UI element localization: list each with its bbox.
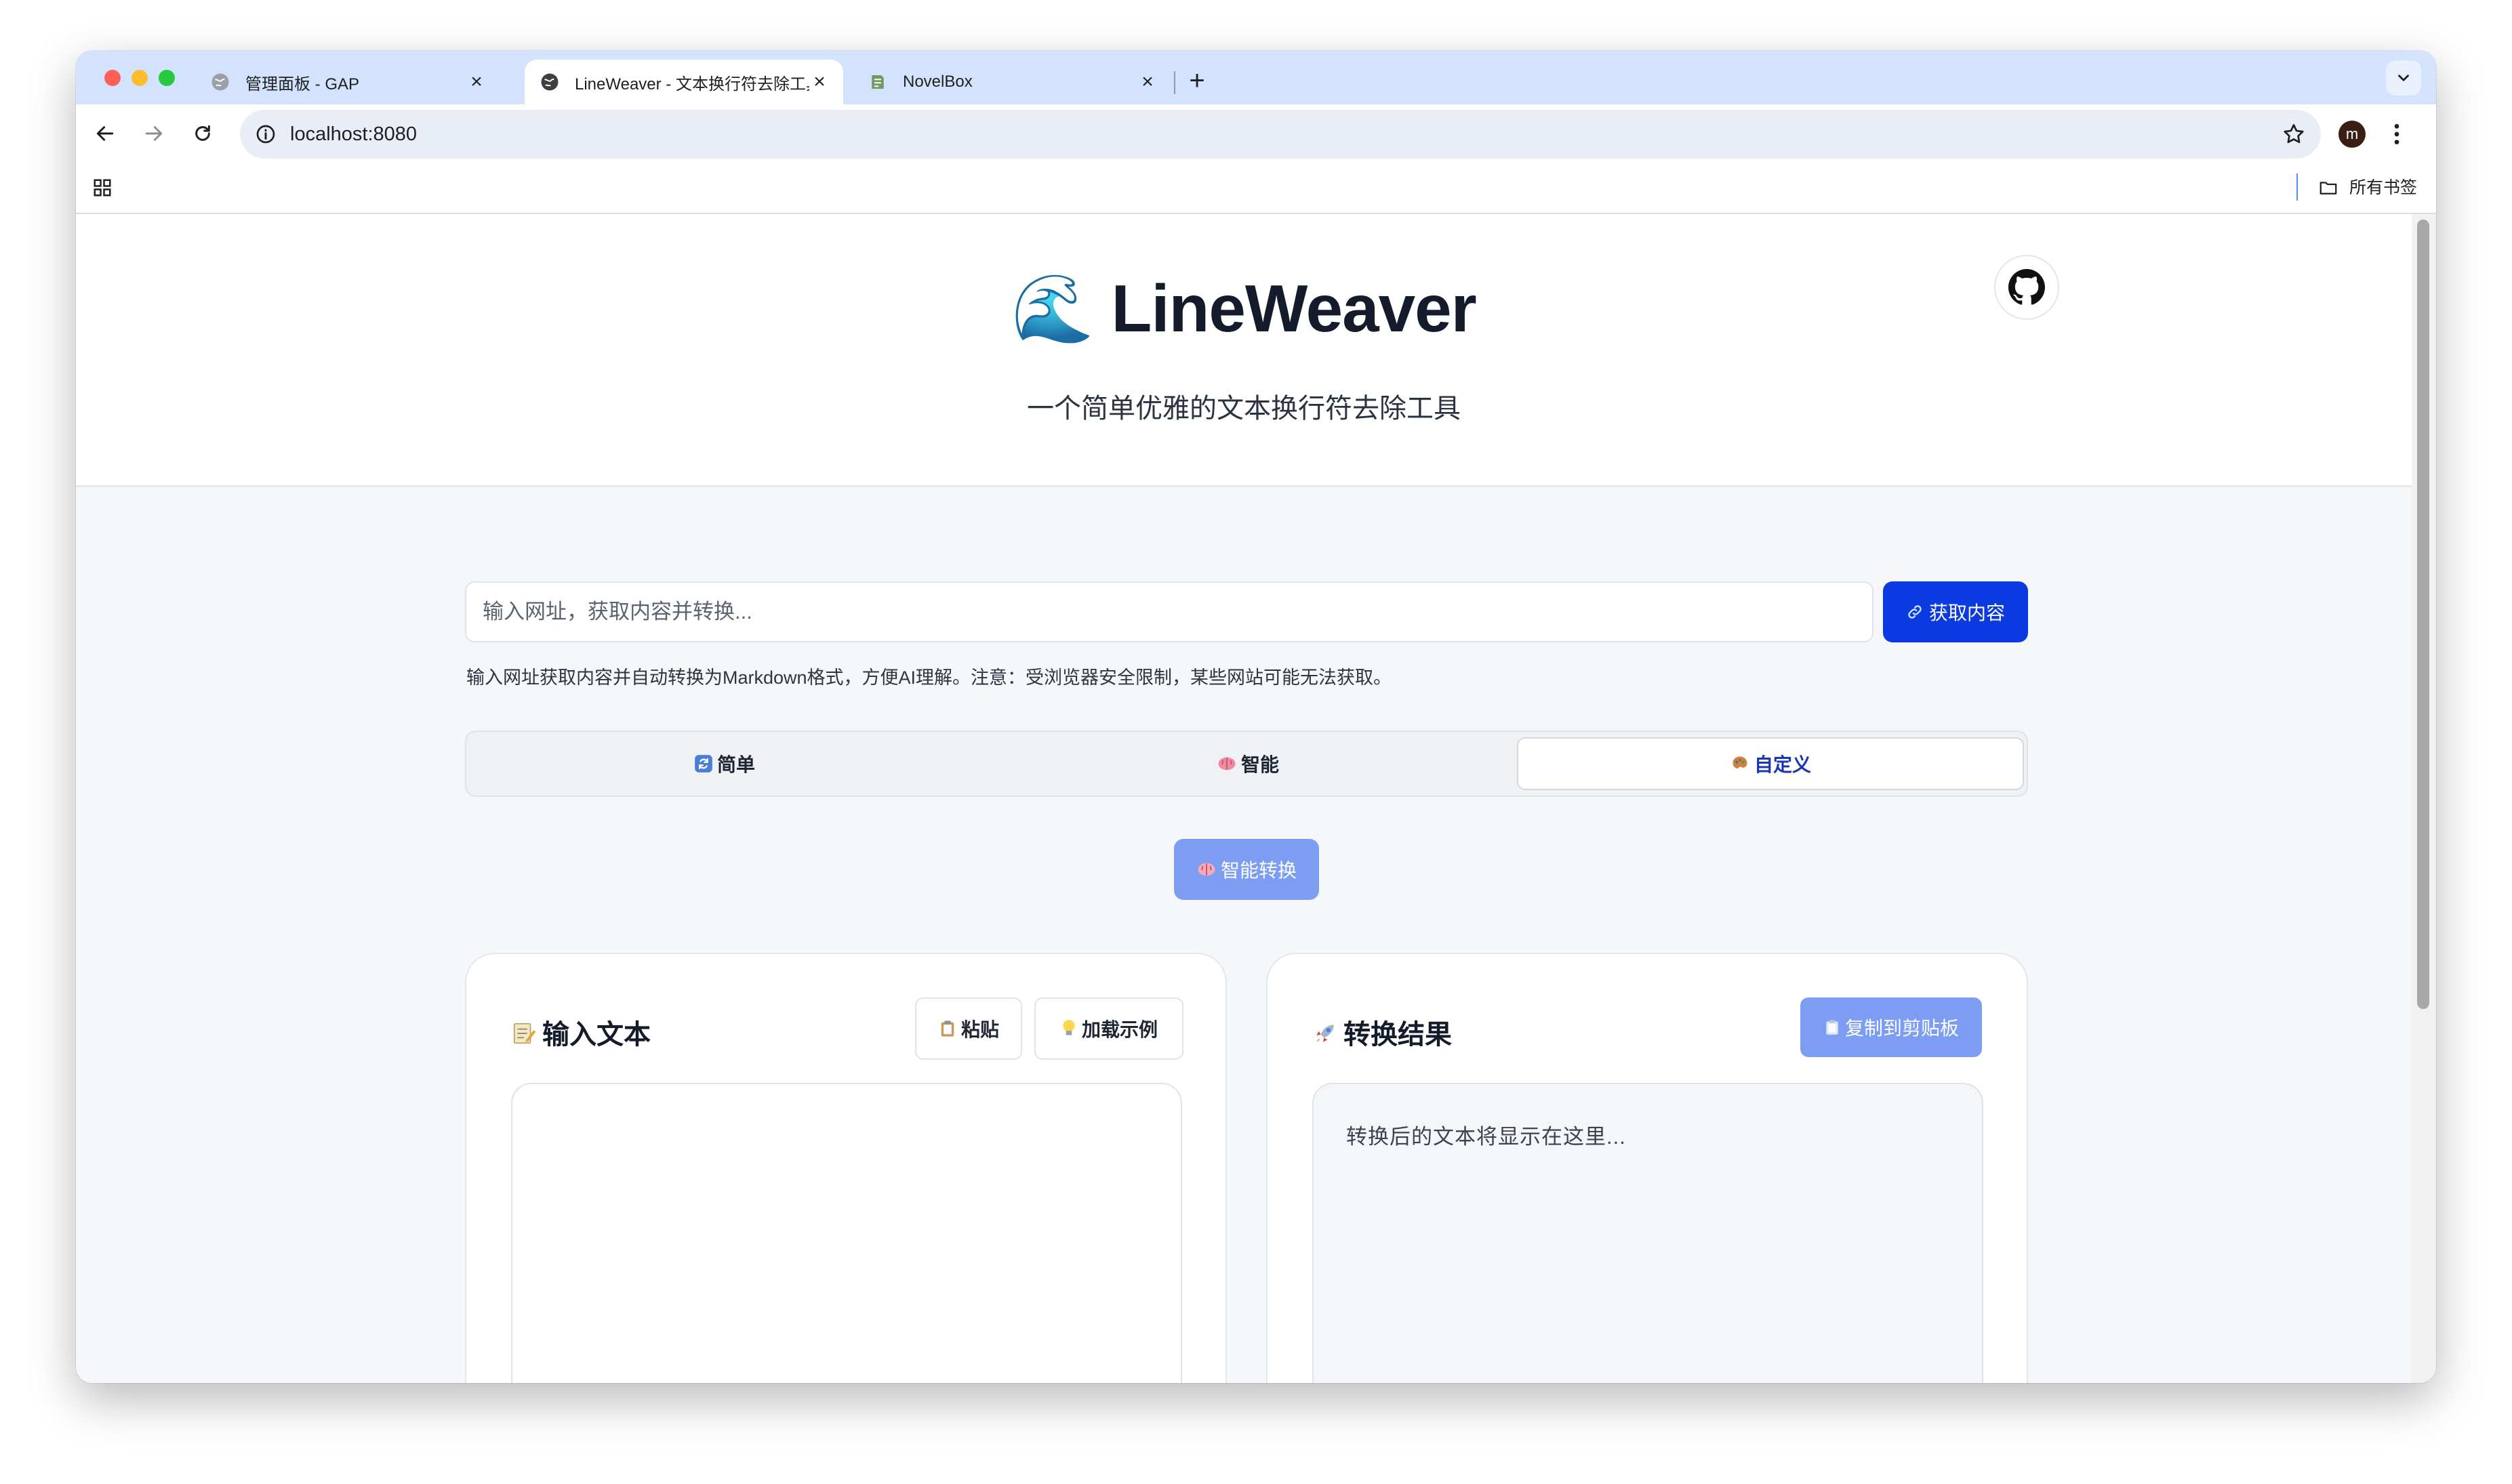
bookmarks-bar: 所有书签	[76, 163, 2436, 214]
output-placeholder: 转换后的文本将显示在这里...	[1346, 1125, 1626, 1149]
paste-button-label: 粘贴	[960, 1019, 999, 1040]
tab-separator	[1174, 71, 1175, 94]
input-panel-title: 输入文本	[511, 1012, 651, 1053]
close-window-button[interactable]	[104, 70, 121, 86]
mode-label: 简单	[716, 754, 755, 775]
fetch-button-label: 获取内容	[1928, 602, 2005, 623]
rocket-icon	[1312, 1021, 1338, 1053]
page-header: 🌊 LineWeaver 一个简单优雅的文本换行符去除工具	[76, 214, 2412, 487]
mode-label: 自定义	[1754, 754, 1811, 775]
brain-icon	[1218, 757, 1236, 770]
bookmarks-divider	[2296, 173, 2298, 201]
bookmark-star-icon[interactable]	[2282, 122, 2306, 146]
memo-icon	[511, 1021, 537, 1053]
wave-emoji: 🌊	[1011, 271, 1094, 346]
close-tab-icon[interactable]: ×	[1137, 72, 1158, 92]
scrollbar-thumb[interactable]	[2417, 220, 2429, 1009]
fetch-content-button[interactable]: 获取内容	[1883, 581, 2028, 642]
copy-button-label: 复制到剪贴板	[1844, 1018, 1959, 1039]
folder-icon	[2319, 182, 2337, 194]
input-textarea[interactable]	[511, 1083, 1182, 1383]
page-viewport: 🌊 LineWeaver 一个简单优雅的文本换行符去除工具 获取内容 输入网址获…	[76, 214, 2412, 1383]
browser-window: 管理面板 - GAP × LineWeaver - 文本换行符去除工具 × No…	[76, 51, 2436, 1383]
input-panel: 输入文本 粘贴 加载示例	[465, 953, 1227, 1383]
reload-icon	[195, 125, 210, 141]
output-textarea[interactable]: 转换后的文本将显示在这里...	[1312, 1083, 1983, 1383]
reload-button[interactable]	[187, 118, 218, 149]
clipboard-icon	[1826, 1020, 1838, 1035]
arrow-left-icon	[96, 126, 114, 141]
output-panel-title: 转换结果	[1312, 1012, 1452, 1053]
mode-selector: 简单 智能 自定义	[465, 730, 2028, 797]
back-button[interactable]	[89, 118, 121, 149]
tab-strip: 管理面板 - GAP × LineWeaver - 文本换行符去除工具 × No…	[76, 51, 2436, 104]
brain-icon	[1198, 863, 1215, 876]
github-icon	[2008, 269, 2045, 305]
refresh-icon	[695, 755, 712, 772]
browser-toolbar: localhost:8080 m	[76, 104, 2436, 163]
close-tab-icon[interactable]: ×	[809, 72, 830, 92]
convert-button-label: 智能转换	[1220, 860, 1297, 881]
mode-tab-smart[interactable]: 智能	[995, 737, 1501, 790]
url-text: localhost:8080	[290, 123, 418, 145]
tab-title: 管理面板 - GAP	[245, 75, 360, 94]
chevron-down-icon	[2398, 75, 2409, 81]
link-icon	[1908, 605, 1922, 619]
tab-title: LineWeaver - 文本换行符去除工具	[575, 75, 809, 94]
all-bookmarks-link[interactable]: 所有书签	[2349, 163, 2417, 213]
mode-label: 智能	[1240, 754, 1279, 775]
globe-icon	[540, 72, 560, 92]
forward-button[interactable]	[138, 118, 169, 149]
page-title: 🌊 LineWeaver	[76, 270, 2412, 348]
tab-title: NovelBox	[903, 73, 973, 91]
paste-button[interactable]: 粘贴	[915, 997, 1022, 1060]
github-link[interactable]	[1994, 255, 2059, 320]
output-title-text: 转换结果	[1343, 1020, 1452, 1050]
info-icon[interactable]	[255, 123, 277, 145]
browser-menu-button[interactable]	[2383, 119, 2410, 149]
mode-tab-simple[interactable]: 简单	[472, 737, 977, 790]
smart-convert-button[interactable]: 智能转换	[1174, 839, 1319, 900]
minimize-window-button[interactable]	[131, 70, 148, 86]
example-button-label: 加载示例	[1081, 1019, 1158, 1040]
close-tab-icon[interactable]: ×	[466, 72, 487, 92]
lightbulb-icon	[1063, 1020, 1075, 1035]
clipboard-icon	[941, 1021, 954, 1037]
maximize-window-button[interactable]	[159, 70, 175, 86]
page-title-text: LineWeaver	[1111, 271, 1476, 346]
apps-grid-icon[interactable]	[92, 178, 113, 198]
page-subtitle: 一个简单优雅的文本换行符去除工具	[1027, 394, 1461, 424]
url-input[interactable]	[465, 581, 1873, 642]
address-bar[interactable]: localhost:8080	[240, 110, 2321, 159]
load-example-button[interactable]: 加载示例	[1034, 997, 1183, 1060]
mode-tab-custom[interactable]: 自定义	[1517, 737, 2024, 790]
tab-search-button[interactable]	[2386, 60, 2421, 96]
fetch-hint: 输入网址获取内容并自动转换为Markdown格式，方便AI理解。注意：受浏览器安…	[466, 667, 1392, 688]
arrow-right-icon	[145, 126, 163, 141]
tab-novelbox[interactable]: NovelBox ×	[853, 60, 1171, 104]
novelbox-icon	[868, 72, 888, 92]
page-scrollbar[interactable]	[2412, 214, 2436, 1383]
palette-icon	[1733, 756, 1747, 768]
output-panel: 转换结果 复制到剪贴板 转换后的文本将显示在这里...	[1266, 953, 2028, 1383]
more-vertical-icon	[2394, 124, 2399, 144]
copy-to-clipboard-button[interactable]: 复制到剪贴板	[1800, 997, 1982, 1057]
new-tab-button[interactable]: +	[1182, 66, 1212, 96]
globe-icon	[210, 72, 230, 92]
input-title-text: 输入文本	[542, 1020, 651, 1050]
tab-gap[interactable]: 管理面板 - GAP ×	[195, 60, 500, 104]
profile-avatar[interactable]: m	[2338, 121, 2366, 148]
tab-lineweaver[interactable]: LineWeaver - 文本换行符去除工具 ×	[525, 60, 843, 104]
